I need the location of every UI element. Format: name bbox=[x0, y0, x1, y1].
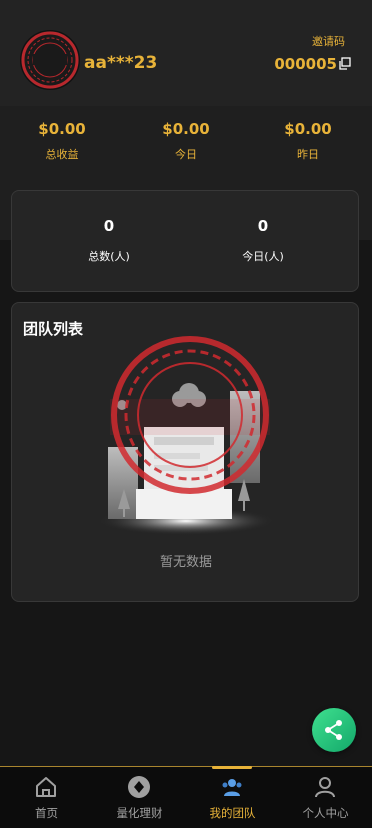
team-list-title: 团队列表 bbox=[23, 320, 84, 338]
active-tab-indicator bbox=[212, 766, 252, 769]
earnings-yesterday-value: $0.00 bbox=[284, 120, 332, 138]
logo-seal-icon bbox=[21, 31, 79, 89]
empty-state-text: 暂无数据 bbox=[159, 555, 212, 570]
earnings-total: $0.00 总收益 bbox=[7, 120, 117, 162]
team-today-label: 今日(人) bbox=[242, 250, 284, 263]
watermark-seal bbox=[110, 336, 270, 494]
team-total: 0 总数(人) bbox=[34, 217, 184, 264]
earnings-total-label: 总收益 bbox=[45, 148, 79, 161]
bottom-tab-bar: 首页 量化理财 我的团队 个人中心 bbox=[0, 766, 372, 828]
invite-code-label: 邀请码 bbox=[312, 35, 345, 48]
tab-profile-label: 个人中心 bbox=[302, 806, 349, 820]
team-list-card: 团队列表 暂无数据 bbox=[11, 302, 359, 602]
invite-code-value: 000005 bbox=[274, 55, 337, 73]
home-icon bbox=[36, 777, 56, 797]
share-button[interactable] bbox=[312, 708, 356, 752]
team-total-label: 总数(人) bbox=[88, 250, 130, 263]
team-stats-card: 0 总数(人) 0 今日(人) bbox=[11, 190, 359, 292]
tab-my-team[interactable]: 我的团队 bbox=[186, 766, 279, 828]
username: aa***23 bbox=[84, 53, 158, 73]
tab-quant-finance[interactable]: 量化理财 bbox=[93, 767, 186, 828]
earnings-today-value: $0.00 bbox=[162, 120, 210, 138]
share-icon bbox=[325, 720, 342, 740]
earnings-today-label: 今日 bbox=[175, 148, 197, 161]
tab-my-team-label: 我的团队 bbox=[209, 806, 256, 820]
earnings-yesterday: $0.00 昨日 bbox=[253, 120, 363, 162]
earnings-yesterday-label: 昨日 bbox=[297, 148, 319, 161]
tab-home-label: 首页 bbox=[35, 806, 58, 820]
team-icon bbox=[222, 779, 242, 796]
team-total-value: 0 bbox=[103, 217, 115, 235]
avatar[interactable] bbox=[20, 30, 80, 90]
earnings-total-value: $0.00 bbox=[38, 120, 86, 138]
team-today-value: 0 bbox=[257, 217, 269, 235]
diamond-icon bbox=[128, 776, 150, 798]
tab-quant-finance-label: 量化理财 bbox=[116, 806, 163, 820]
tab-home[interactable]: 首页 bbox=[0, 767, 93, 828]
tab-profile[interactable]: 个人中心 bbox=[279, 767, 372, 828]
profile-header: aa***23 邀请码 000005 bbox=[0, 0, 372, 106]
copy-icon[interactable] bbox=[338, 57, 351, 70]
user-icon bbox=[315, 777, 335, 798]
earnings-today: $0.00 今日 bbox=[131, 120, 241, 162]
team-today: 0 今日(人) bbox=[188, 217, 338, 264]
